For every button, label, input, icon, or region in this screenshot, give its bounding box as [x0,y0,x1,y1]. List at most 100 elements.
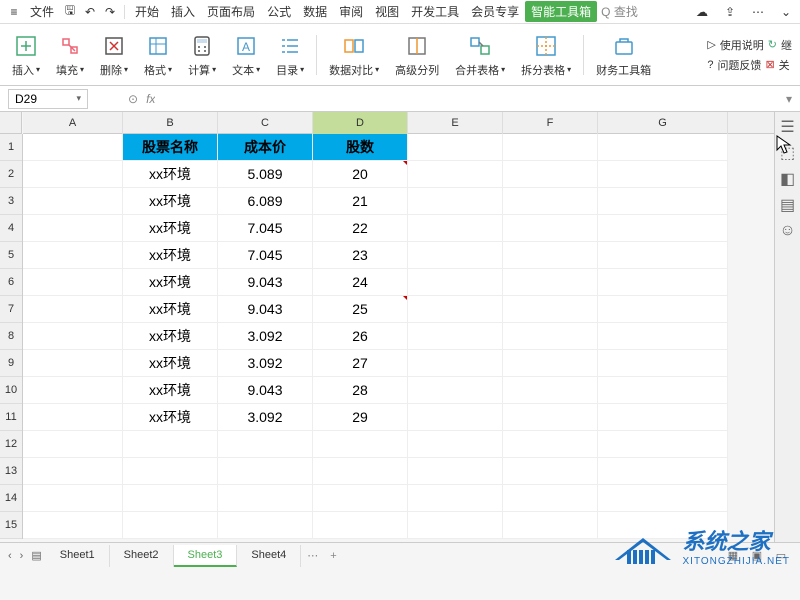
cell[interactable]: 23 [313,242,408,269]
cell[interactable]: xx环境 [123,323,218,350]
hamburger-icon[interactable]: ≡ [6,4,22,20]
cell[interactable] [408,458,503,485]
cell[interactable]: 27 [313,350,408,377]
cell[interactable]: xx环境 [123,188,218,215]
cell[interactable]: 5.089 [218,161,313,188]
sheet-more-icon[interactable]: ⋯ [301,549,324,562]
cell[interactable]: 3.092 [218,404,313,431]
cell[interactable] [503,323,598,350]
cell[interactable] [123,512,218,539]
row-header[interactable]: 9 [0,350,22,377]
fx-icon[interactable]: fx [146,92,155,106]
cell[interactable]: xx环境 [123,404,218,431]
row-header[interactable]: 12 [0,431,22,458]
cell[interactable]: 24 [313,269,408,296]
cell[interactable] [598,377,728,404]
cell[interactable] [408,377,503,404]
cell[interactable]: 22 [313,215,408,242]
ribbon-merge-tables[interactable]: 合并表格 [447,32,513,78]
search-trigger[interactable]: Q 查找 [601,3,638,20]
cell[interactable] [598,269,728,296]
tab-member[interactable]: 会员专享 [465,1,525,22]
cell[interactable]: 6.089 [218,188,313,215]
cell[interactable]: xx环境 [123,350,218,377]
cell[interactable] [23,296,123,323]
cell[interactable] [23,512,123,539]
column-header-F[interactable]: F [503,112,598,134]
cell[interactable]: 股数 [313,134,408,161]
tab-review[interactable]: 审阅 [333,1,369,22]
cell[interactable] [313,458,408,485]
ribbon-finance-toolbox[interactable]: 财务工具箱 [588,32,659,78]
cell[interactable] [503,269,598,296]
ribbon-compare[interactable]: 数据对比 [321,32,387,78]
expand-formula-bar-icon[interactable]: ▾ [786,92,792,106]
column-header-B[interactable]: B [123,112,218,134]
row-header[interactable]: 14 [0,485,22,512]
cell[interactable] [503,377,598,404]
cell[interactable]: 28 [313,377,408,404]
cell[interactable] [408,242,503,269]
panel-style-icon[interactable]: ◧ [779,170,797,188]
cell[interactable] [218,458,313,485]
cell[interactable] [503,431,598,458]
cell[interactable] [408,188,503,215]
cell[interactable] [598,431,728,458]
sheet-nav-next[interactable]: › [16,550,28,562]
cell[interactable]: 股票名称 [123,134,218,161]
tab-page-layout[interactable]: 页面布局 [201,1,261,22]
cell[interactable]: 9.043 [218,269,313,296]
cloud-icon[interactable]: ☁ [694,4,710,20]
cell[interactable] [408,404,503,431]
cell[interactable] [598,215,728,242]
cell[interactable] [123,431,218,458]
panel-select-icon[interactable]: ⬚ [779,144,797,162]
row-header[interactable]: 2 [0,161,22,188]
cell[interactable] [503,485,598,512]
cell[interactable] [218,485,313,512]
cell[interactable]: 9.043 [218,296,313,323]
ribbon-advanced-split[interactable]: 高级分列 [387,32,447,78]
tab-formula[interactable]: 公式 [261,1,297,22]
cell[interactable] [23,404,123,431]
row-header[interactable]: 15 [0,512,22,539]
cell[interactable] [23,458,123,485]
cell[interactable] [123,458,218,485]
sheet-add-icon[interactable]: + [324,550,342,562]
cell[interactable] [408,485,503,512]
row-header[interactable]: 13 [0,458,22,485]
cell[interactable] [503,458,598,485]
row-header[interactable]: 8 [0,323,22,350]
cell[interactable] [23,323,123,350]
ribbon-format[interactable]: 格式 [136,32,180,78]
view-normal-icon[interactable]: ▦ [724,547,742,565]
cell[interactable] [598,512,728,539]
tab-view[interactable]: 视图 [369,1,405,22]
cell[interactable] [598,458,728,485]
tab-start[interactable]: 开始 [129,1,165,22]
sheet-tab[interactable]: Sheet4 [237,545,301,567]
view-reading-icon[interactable]: ▭ [772,547,790,565]
cell[interactable] [218,431,313,458]
cell[interactable]: 20 [313,161,408,188]
cell[interactable] [408,161,503,188]
cell[interactable]: 3.092 [218,323,313,350]
cell[interactable] [598,323,728,350]
cell[interactable]: 成本价 [218,134,313,161]
cell[interactable] [23,350,123,377]
cell[interactable] [23,431,123,458]
panel-bot-icon[interactable]: ☺ [779,222,797,240]
formula-input[interactable] [155,89,786,109]
cell[interactable] [503,404,598,431]
cell[interactable] [408,269,503,296]
redo-icon[interactable]: ↷ [102,4,118,20]
more-icon[interactable]: ⋯ [750,4,766,20]
undo-icon[interactable]: ↶ [82,4,98,20]
feedback-link[interactable]: ?问题反馈 ⊠关 [707,57,792,73]
row-header[interactable]: 1 [0,134,22,161]
cell[interactable] [503,188,598,215]
cell[interactable] [313,512,408,539]
cell[interactable] [23,269,123,296]
share-icon[interactable]: ⇪ [722,4,738,20]
cell[interactable] [313,431,408,458]
